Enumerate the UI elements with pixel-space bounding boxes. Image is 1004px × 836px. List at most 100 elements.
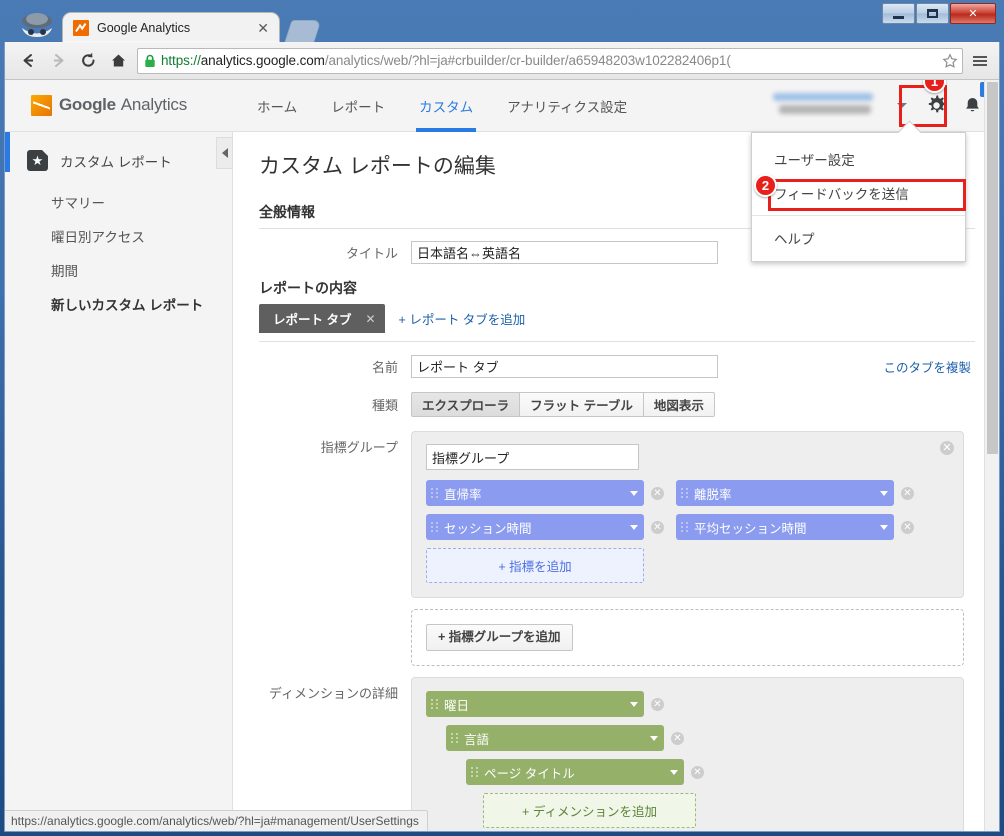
dimension-pill-label: ページ タイトル <box>484 766 575 781</box>
type-button-explorer[interactable]: エクスプローラ <box>411 392 521 417</box>
sidebar-item-summary[interactable]: サマリー <box>5 185 232 219</box>
drag-handle-icon[interactable] <box>430 520 439 534</box>
scrollbar-thumb[interactable] <box>987 82 998 454</box>
add-metric-group-row: + 指標グループを追加 <box>259 609 999 666</box>
type-button-flat-table[interactable]: フラット テーブル <box>520 392 644 417</box>
close-button[interactable]: ✕ <box>950 3 996 24</box>
chevron-down-icon[interactable] <box>670 769 678 775</box>
report-content-heading: レポートの内容 <box>259 280 357 296</box>
chevron-down-icon[interactable] <box>650 735 658 741</box>
menu-item-send-feedback[interactable]: フィードバックを送信 <box>752 176 965 210</box>
page-scrollbar[interactable] <box>984 80 999 831</box>
add-metric-group-panel: + 指標グループを追加 <box>411 609 964 666</box>
metric-group-panel: ✕ 直帰率 ✕ <box>411 431 964 598</box>
dimension-panel: 曜日 ✕ 言語 ✕ ページ タイトル ✕ + ディメンションを追加 <box>411 677 964 831</box>
reload-arrow-icon[interactable] <box>73 46 103 76</box>
forward-arrow-icon[interactable] <box>43 46 73 76</box>
drag-handle-icon[interactable] <box>430 486 439 500</box>
tab-title: Google Analytics <box>97 20 191 35</box>
chevron-down-icon[interactable] <box>880 524 888 530</box>
add-metric-button[interactable]: + 指標を追加 <box>426 548 644 583</box>
maximize-button[interactable] <box>916 3 949 24</box>
dimension-pill-page-title[interactable]: ページ タイトル <box>466 759 684 785</box>
remove-metric-icon[interactable]: ✕ <box>651 520 664 534</box>
gear-icon[interactable] <box>919 89 953 123</box>
dimension-row-1: 曜日 ✕ <box>426 691 949 717</box>
menu-item-user-settings[interactable]: ユーザー設定 <box>752 142 965 176</box>
drag-handle-icon[interactable] <box>450 731 459 745</box>
metric-pill-session-duration[interactable]: セッション時間 <box>426 514 644 540</box>
duplicate-tab-link[interactable]: このタブを複製 <box>883 357 971 376</box>
type-field-label: 種類 <box>371 398 398 413</box>
dimension-pill-language[interactable]: 言語 <box>446 725 664 751</box>
report-tab-name-input[interactable] <box>411 355 718 378</box>
remove-metric-group-icon[interactable]: ✕ <box>940 441 954 455</box>
back-arrow-icon[interactable] <box>13 46 43 76</box>
report-tab-close-icon[interactable]: ✕ <box>365 312 375 326</box>
drag-handle-icon[interactable] <box>470 765 479 779</box>
drag-handle-icon[interactable] <box>430 697 439 711</box>
sidebar-item-new-custom-report[interactable]: 新しいカスタム レポート <box>5 287 232 321</box>
remove-dimension-icon[interactable]: ✕ <box>651 697 664 711</box>
chevron-down-icon[interactable] <box>897 103 907 108</box>
dimension-pill-label: 言語 <box>464 732 490 747</box>
sidebar: ★ カスタム レポート サマリー 曜日別アクセス 期間 新しいカスタム レポート <box>5 132 233 831</box>
tab-divider <box>259 341 975 342</box>
add-metric-group-button[interactable]: + 指標グループを追加 <box>426 624 573 651</box>
remove-metric-icon[interactable]: ✕ <box>901 520 914 534</box>
type-button-map-overlay[interactable]: 地図表示 <box>643 392 715 417</box>
logo-google-text: Google <box>59 95 116 114</box>
sidebar-accent-bar <box>5 132 10 172</box>
metric-pill-label: 離脱率 <box>694 487 732 502</box>
tab-close-icon[interactable]: ✕ <box>253 21 273 35</box>
address-bar[interactable]: https://analytics.google.com/analytics/w… <box>137 47 963 74</box>
report-tab[interactable]: レポート タブ ✕ <box>259 304 385 333</box>
add-report-tab-link[interactable]: + レポート タブを追加 <box>399 309 526 328</box>
new-tab-button[interactable] <box>284 20 322 42</box>
chevron-down-icon[interactable] <box>630 490 638 496</box>
window-titlebar: Google Analytics ✕ ✕ <box>0 0 1004 42</box>
dimension-row-3: ページ タイトル ✕ <box>466 759 949 785</box>
metric-row-2: セッション時間 ✕ 平均セッション時間 ✕ <box>426 514 949 540</box>
report-tab-row: レポート タブ ✕ + レポート タブを追加 <box>259 304 999 333</box>
drag-handle-icon[interactable] <box>680 486 689 500</box>
dimension-pill-day-of-week[interactable]: 曜日 <box>426 691 644 717</box>
chevron-down-icon[interactable] <box>630 524 638 530</box>
menu-item-help[interactable]: ヘルプ <box>752 221 965 255</box>
chrome-menu-icon[interactable] <box>969 46 991 76</box>
chevron-down-icon[interactable] <box>880 490 888 496</box>
bookmark-star-icon[interactable] <box>942 52 958 69</box>
dimension-label: ディメンションの詳細 <box>268 686 398 701</box>
sidebar-header-label: カスタム レポート <box>60 154 172 170</box>
account-selector[interactable] <box>769 91 887 121</box>
collapse-left-icon <box>221 148 228 158</box>
metric-pill-exit-rate[interactable]: 離脱率 <box>676 480 894 506</box>
minimize-button[interactable] <box>882 3 915 24</box>
nav-item-reports[interactable]: レポート <box>331 80 385 132</box>
add-dimension-button[interactable]: + ディメンションを追加 <box>483 793 696 828</box>
nav-item-home[interactable]: ホーム <box>257 80 297 132</box>
analytics-logo-icon <box>31 95 52 116</box>
remove-dimension-icon[interactable]: ✕ <box>671 731 684 745</box>
remove-metric-icon[interactable]: ✕ <box>651 486 664 500</box>
sidebar-header[interactable]: ★ カスタム レポート <box>5 146 232 185</box>
window-controls: ✕ <box>881 3 996 25</box>
metric-group-name-input[interactable] <box>426 444 639 470</box>
logo-analytics-text: Analytics <box>120 95 187 114</box>
report-title-input[interactable] <box>411 241 718 264</box>
sidebar-item-weekday-access[interactable]: 曜日別アクセス <box>5 219 232 253</box>
metric-pill-bounce-rate[interactable]: 直帰率 <box>426 480 644 506</box>
nav-item-custom[interactable]: カスタム <box>416 80 477 132</box>
browser-tab[interactable]: Google Analytics ✕ <box>62 12 280 42</box>
chevron-down-icon[interactable] <box>630 701 638 707</box>
home-icon[interactable] <box>103 46 133 76</box>
remove-dimension-icon[interactable]: ✕ <box>691 765 704 779</box>
sidebar-collapse-button[interactable] <box>216 137 233 169</box>
nav-item-admin[interactable]: アナリティクス設定 <box>507 80 627 132</box>
report-tab-label: レポート タブ <box>273 313 352 327</box>
drag-handle-icon[interactable] <box>680 520 689 534</box>
remove-metric-icon[interactable]: ✕ <box>901 486 914 500</box>
metric-pill-avg-session-duration[interactable]: 平均セッション時間 <box>676 514 894 540</box>
metric-group-row: 指標グループ ✕ 直帰率 <box>259 431 999 598</box>
sidebar-item-period[interactable]: 期間 <box>5 253 232 287</box>
